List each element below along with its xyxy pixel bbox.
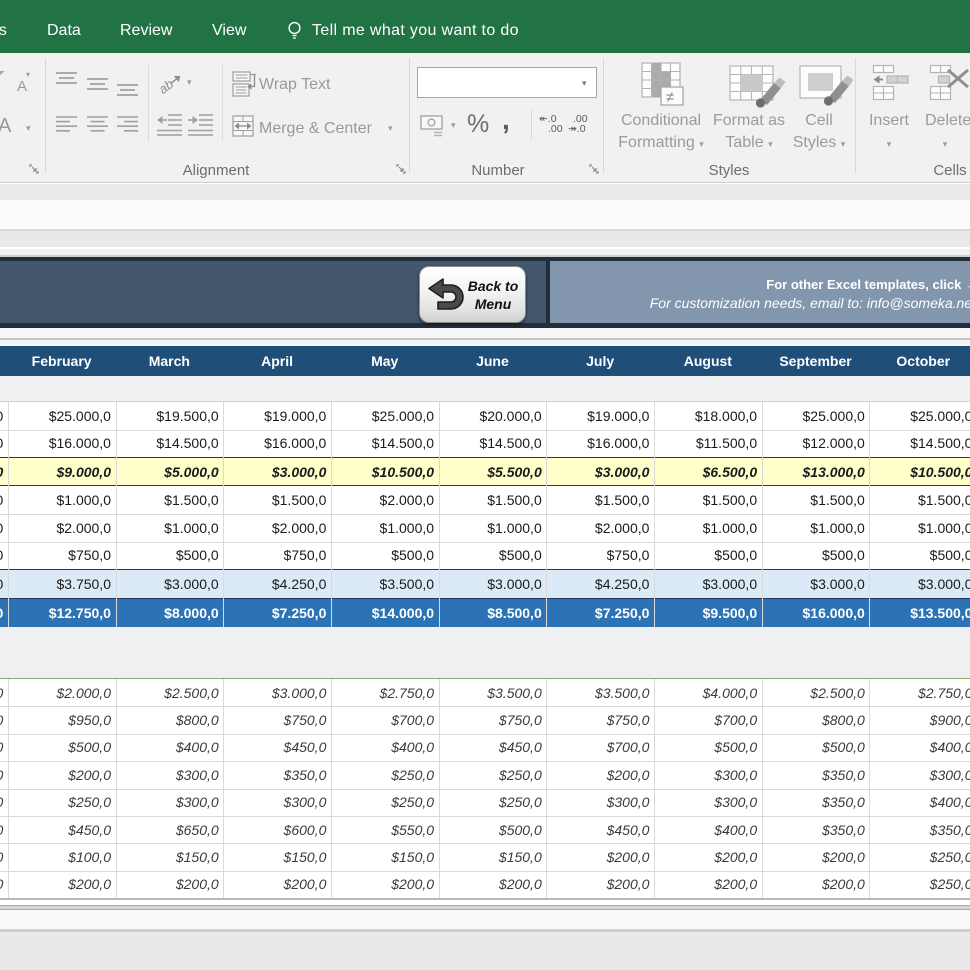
svg-text:ab: ab: [157, 76, 176, 95]
svg-text:≠: ≠: [666, 89, 674, 106]
